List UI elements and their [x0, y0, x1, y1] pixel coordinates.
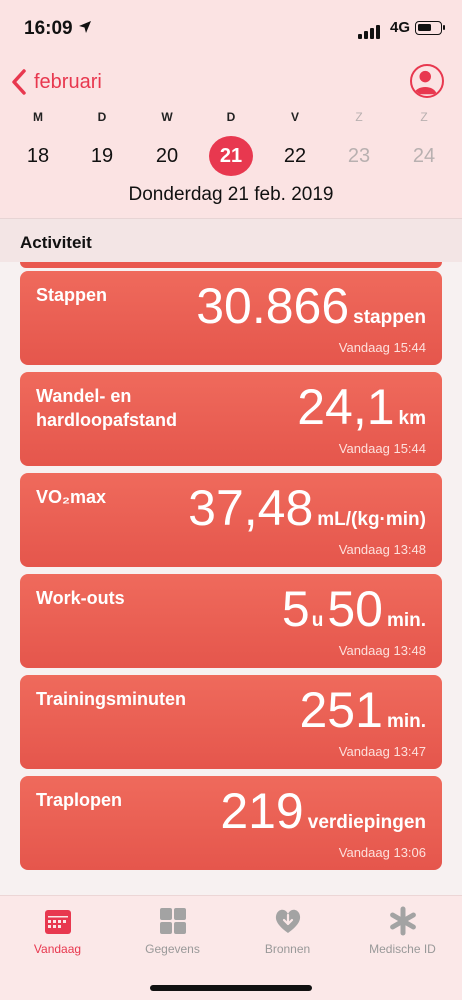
- weekday-letter: V: [290, 110, 299, 124]
- chevron-left-icon: [12, 69, 26, 95]
- card-timestamp: Vandaag 13:06: [338, 845, 426, 860]
- asterisk-icon: [389, 906, 416, 936]
- hours-unit: u: [311, 610, 324, 631]
- back-button[interactable]: februari: [10, 66, 102, 98]
- date-20[interactable]: 20: [145, 136, 189, 176]
- card-flights-climbed[interactable]: Traplopen 219 verdiepingen Vandaag 13:06: [20, 776, 442, 870]
- tab-label: Bronnen: [264, 942, 311, 956]
- tab-label: Medische ID: [369, 942, 436, 956]
- card-stub: [20, 262, 442, 268]
- network-label: 4G: [390, 19, 411, 36]
- card-walking-running-distance[interactable]: Wandel- en hardloopafstand 24,1 km Vandaa…: [20, 372, 442, 466]
- weekday-letter: Z: [420, 110, 428, 124]
- card-timestamp: Vandaag 15:44: [338, 340, 426, 355]
- profile-button[interactable]: [410, 64, 444, 98]
- value-minutes: 50: [327, 581, 383, 637]
- card-label: Work-outs: [36, 588, 125, 608]
- value-number: 30.866: [196, 278, 350, 334]
- weekday-letter: W: [161, 110, 173, 124]
- card-label: Wandel- en hardloopafstand: [36, 386, 178, 430]
- date-row: 18 19 20 21 22 23 24: [0, 136, 462, 176]
- date-19[interactable]: 19: [80, 136, 124, 176]
- tab-medical-id[interactable]: Medische ID: [345, 906, 460, 956]
- value-number: 37,48: [188, 480, 314, 536]
- date-21-selected[interactable]: 21: [209, 136, 253, 176]
- card-value: 30.866 stappen: [196, 277, 426, 335]
- value-number: 24,1: [297, 379, 395, 435]
- home-indicator[interactable]: [150, 985, 312, 991]
- section-header: Activiteit: [0, 218, 462, 262]
- card-label: Stappen: [36, 285, 108, 305]
- today-icon: [44, 910, 71, 934]
- value-unit: mL/(kg·min): [317, 509, 426, 530]
- tab-sources[interactable]: Bronnen: [230, 906, 345, 956]
- profile-icon: [413, 70, 437, 95]
- date-18[interactable]: 18: [16, 136, 60, 176]
- date-23[interactable]: 23: [337, 136, 381, 176]
- card-vo2max[interactable]: VO₂max 37,48 mL/(kg·min) Vandaag 13:48: [20, 473, 442, 567]
- tab-label: Vandaag: [33, 942, 82, 956]
- value-unit: km: [398, 408, 426, 429]
- grid-icon: [159, 908, 186, 934]
- card-label: Traplopen: [36, 790, 123, 810]
- card-exercise-minutes[interactable]: Trainingsminuten 251 min. Vandaag 13:47: [20, 675, 442, 769]
- back-label: februari: [34, 70, 102, 93]
- value-number: 251: [299, 682, 383, 738]
- value-unit: stappen: [353, 307, 426, 328]
- section-title: Activiteit: [20, 233, 92, 252]
- card-value: 219 verdiepingen: [220, 782, 426, 840]
- status-time: 16:09: [24, 18, 73, 39]
- weekday-letter: Z: [355, 110, 363, 124]
- location-arrow-icon: [79, 21, 91, 33]
- date-24[interactable]: 24: [402, 136, 446, 176]
- tab-data[interactable]: Gegevens: [115, 906, 230, 956]
- card-timestamp: Vandaag 13:48: [338, 643, 426, 658]
- signal-icon: [358, 21, 382, 39]
- card-value: 5 u50 min.: [282, 580, 426, 638]
- tab-today[interactable]: Vandaag: [0, 906, 115, 956]
- header: 16:09 4G februari M D W D V Z Z 18 19 20: [0, 0, 462, 218]
- battery-icon: [415, 21, 445, 35]
- value-number: 219: [220, 783, 304, 839]
- full-date: Donderdag 21 feb. 2019: [128, 184, 334, 205]
- weekday-letter: M: [33, 110, 43, 124]
- card-value: 37,48 mL/(kg·min): [188, 479, 426, 537]
- card-value: 251 min.: [300, 681, 427, 739]
- card-timestamp: Vandaag 13:47: [338, 744, 426, 759]
- value-unit: min.: [386, 610, 426, 631]
- value-hours: 5: [281, 581, 310, 637]
- value-unit: verdiepingen: [307, 812, 426, 833]
- tab-label: Gegevens: [145, 942, 200, 956]
- weekday-letter: D: [226, 110, 236, 124]
- weekday-row: M D W D V Z Z: [0, 110, 462, 130]
- card-steps[interactable]: Stappen 30.866 stappen Vandaag 15:44: [20, 271, 442, 365]
- status-bar: 16:09 4G: [0, 14, 462, 44]
- card-value: 24,1 km: [297, 378, 426, 436]
- card-label: Trainingsminuten: [36, 689, 187, 709]
- card-timestamp: Vandaag 15:44: [338, 441, 426, 456]
- date-22[interactable]: 22: [273, 136, 317, 176]
- card-timestamp: Vandaag 13:48: [338, 542, 426, 557]
- card-workouts[interactable]: Work-outs 5 u50 min. Vandaag 13:48: [20, 574, 442, 668]
- weekday-letter: D: [97, 110, 107, 124]
- value-unit: min.: [386, 711, 426, 732]
- heart-download-icon: [275, 909, 300, 933]
